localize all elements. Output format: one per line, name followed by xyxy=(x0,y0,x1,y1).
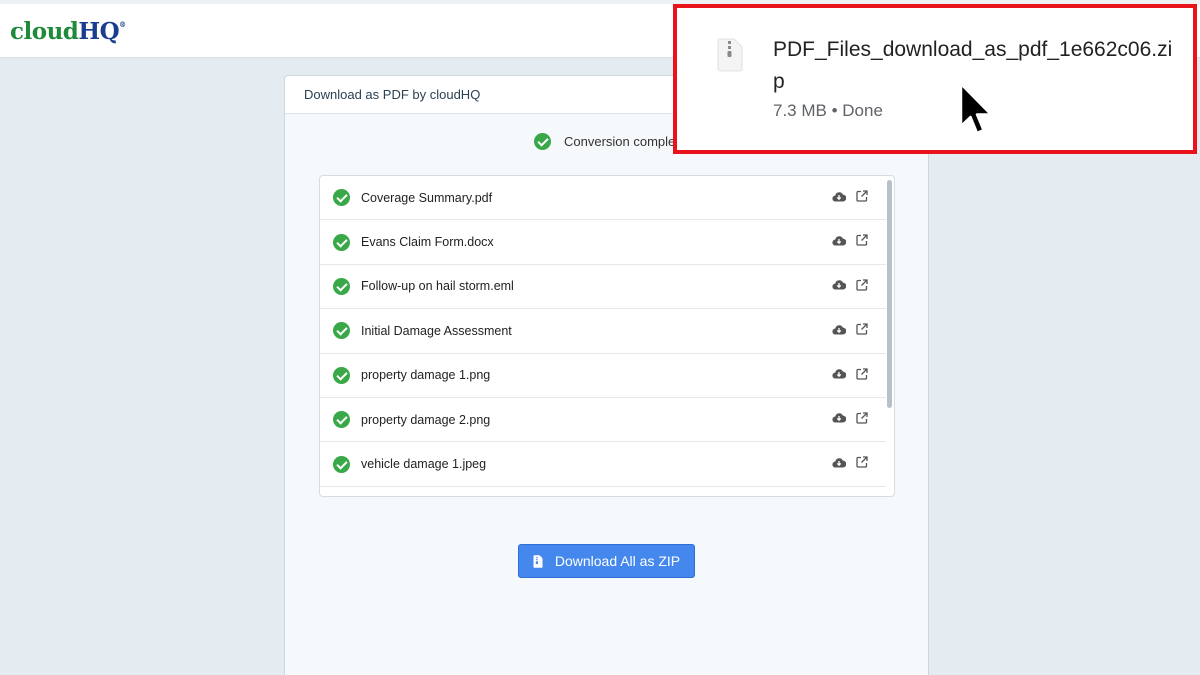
download-panel: Download as PDF by cloudHQ Conversion co… xyxy=(284,75,929,675)
cloud-download-icon[interactable] xyxy=(832,324,846,335)
file-name: property damage 2.png xyxy=(361,412,491,427)
external-link-icon[interactable] xyxy=(856,367,868,380)
download-all-zip-button[interactable]: Download All as ZIP xyxy=(518,544,695,578)
cloudhq-logo[interactable]: cloudHQ® xyxy=(10,18,126,45)
external-link-icon[interactable] xyxy=(856,323,868,335)
conversion-status: Conversion complete xyxy=(534,133,686,150)
list-item: Evans Claim Form.docx xyxy=(320,220,886,265)
cloud-download-icon[interactable] xyxy=(832,368,846,379)
browser-download-popup[interactable]: PDF_Files_download_as_pdf_1e662c06.zip 7… xyxy=(673,4,1197,154)
mouse-pointer-icon xyxy=(959,82,993,135)
logo-text-cloud: cloud xyxy=(10,18,79,45)
check-circle-icon xyxy=(333,322,350,340)
file-list: Coverage Summary.pdf Evans Claim Form.do… xyxy=(319,175,895,497)
list-item: Coverage Summary.pdf xyxy=(320,176,886,221)
list-item: Follow-up on hail storm.eml xyxy=(320,265,886,310)
check-circle-icon xyxy=(333,189,350,207)
cloud-download-icon[interactable] xyxy=(832,457,846,468)
file-name: Evans Claim Form.docx xyxy=(361,235,494,250)
download-size: 7.3 MB xyxy=(773,101,827,120)
external-link-icon[interactable] xyxy=(856,279,868,291)
cloud-download-icon[interactable] xyxy=(832,412,846,423)
external-link-icon[interactable] xyxy=(856,456,868,468)
file-name: Coverage Summary.pdf xyxy=(361,190,493,205)
download-separator: • xyxy=(831,101,838,120)
list-item: property damage 2.png xyxy=(320,398,886,443)
external-link-icon[interactable] xyxy=(856,190,868,202)
file-list-scrollbar[interactable] xyxy=(887,180,892,408)
check-circle-icon xyxy=(333,455,350,473)
file-zip-icon xyxy=(533,554,543,568)
file-name: vehicle damage 1.jpeg xyxy=(361,457,487,472)
cloud-download-icon[interactable] xyxy=(832,235,846,246)
check-circle-icon xyxy=(333,366,350,384)
check-circle-icon xyxy=(333,277,350,295)
check-circle-icon xyxy=(534,133,551,150)
zip-file-icon xyxy=(717,38,743,72)
download-all-label: Download All as ZIP xyxy=(554,553,681,569)
cloud-download-icon[interactable] xyxy=(832,191,846,202)
check-circle-icon xyxy=(333,233,350,251)
file-name: Follow-up on hail storm.eml xyxy=(361,279,514,294)
list-item: vehicle damage 1.jpeg xyxy=(320,442,886,487)
list-item: Initial Damage Assessment xyxy=(320,309,886,354)
status-text: Conversion complete xyxy=(564,134,687,149)
cloud-download-icon[interactable] xyxy=(832,279,846,290)
logo-registered-mark: ® xyxy=(119,20,126,29)
download-status: Done xyxy=(842,101,883,120)
file-name: property damage 1.png xyxy=(361,368,491,383)
external-link-icon[interactable] xyxy=(856,412,868,424)
logo-text-hq: HQ xyxy=(78,18,120,45)
file-name: Initial Damage Assessment xyxy=(361,323,512,338)
download-meta: 7.3 MB • Done xyxy=(773,101,883,121)
external-link-icon[interactable] xyxy=(856,234,868,247)
list-item: property damage 1.png xyxy=(320,354,886,398)
check-circle-icon xyxy=(333,411,350,429)
